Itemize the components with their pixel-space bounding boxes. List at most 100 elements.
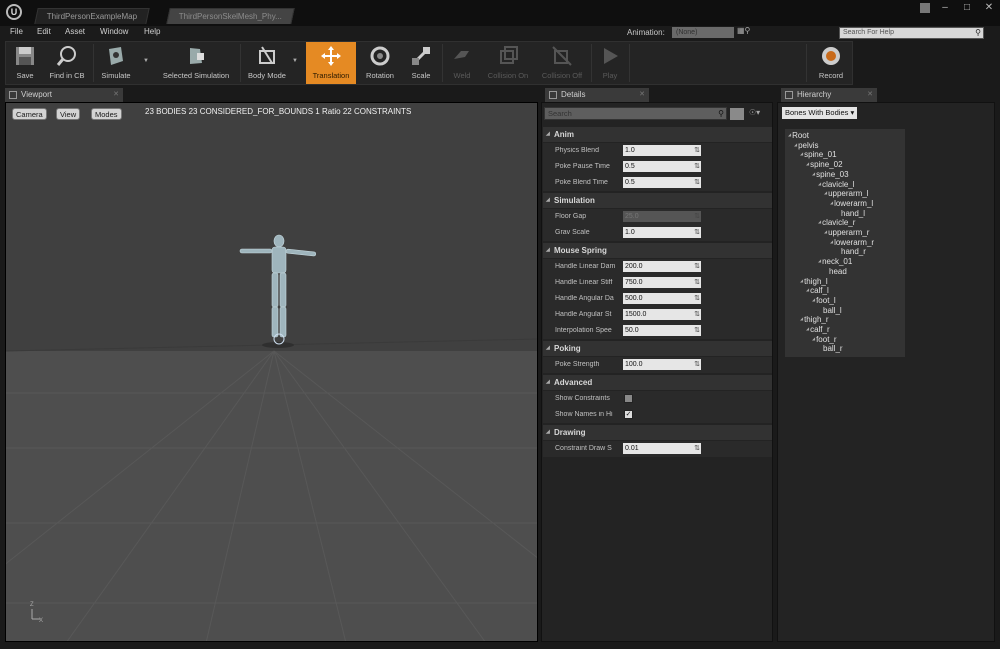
close-icon[interactable]: ✕ [867,88,873,102]
spinner-icon[interactable]: ⇅ [694,277,700,288]
bone-calf-r[interactable]: calf_r [806,325,830,334]
animation-browse-icons[interactable]: ▦⚲ [737,26,750,35]
menu-help[interactable]: Help [144,27,160,36]
collision-on-button[interactable]: Collision On [482,42,534,84]
bone-upperarm-r[interactable]: upperarm_r [824,228,869,237]
bone-spine-03[interactable]: spine_03 [812,170,848,179]
close-button[interactable]: ✕ [982,2,996,14]
property-value-input[interactable]: 50.0 ⇅ [623,325,701,336]
play-button[interactable]: Play [595,42,625,84]
bone-clavicle-r[interactable]: clavicle_r [818,218,855,227]
body-mode-button[interactable]: Body Mode [243,42,291,84]
view-options-icon[interactable]: ☉▾ [749,108,760,117]
bone-ball-l[interactable]: ball_l [823,306,842,315]
help-search-input[interactable]: Search For Help ⚲ [839,27,984,39]
spinner-icon[interactable]: ⇅ [694,309,700,320]
bone-hand-r[interactable]: hand_r [841,247,866,256]
collision-off-button[interactable]: Collision Off [536,42,588,84]
bone-Root[interactable]: Root [788,131,809,140]
property-checkbox[interactable]: ✓ [624,410,633,419]
menu-file[interactable]: File [10,27,23,36]
bone-neck-01[interactable]: neck_01 [818,257,852,266]
spinner-icon[interactable]: ⇅ [694,293,700,304]
property-value-input[interactable]: 0.01 ⇅ [623,443,701,454]
property-row: Handle Angular Da 500.0 ⇅ [543,291,772,307]
weld-button[interactable]: Weld [446,42,478,84]
body-mode-dropdown-icon[interactable]: ▼ [292,58,298,64]
spinner-icon[interactable]: ⇅ [694,145,700,156]
property-value-input[interactable]: 1500.0 ⇅ [623,309,701,320]
menu-edit[interactable]: Edit [37,27,51,36]
category-header[interactable]: Mouse Spring [543,243,772,258]
scale-button[interactable]: Scale [403,42,439,84]
maximize-button[interactable]: □ [960,2,974,14]
tab-physics-asset[interactable]: ThirdPersonSkelMesh_Phy... [166,8,295,24]
spinner-icon[interactable]: ⇅ [694,359,700,370]
bone-calf-l[interactable]: calf_l [806,286,829,295]
menu-window[interactable]: Window [100,27,128,36]
bone-clavicle-l[interactable]: clavicle_l [818,180,854,189]
spinner-icon[interactable]: ⇅ [694,161,700,172]
bone-lowerarm-l[interactable]: lowerarm_l [830,199,873,208]
property-value-input[interactable]: 25.0 ⇅ [623,211,701,222]
property-value-input[interactable]: 1.0 ⇅ [623,145,701,156]
bone-pelvis[interactable]: pelvis [794,141,818,150]
category-header[interactable]: Drawing [543,425,772,440]
tab-third-person-example-map[interactable]: ThirdPersonExampleMap [34,8,150,24]
property-value-input[interactable]: 100.0 ⇅ [623,359,701,370]
property-value-input[interactable]: 0.5 ⇅ [623,177,701,188]
spinner-icon[interactable]: ⇅ [694,443,700,454]
viewport-tab[interactable]: Viewport ✕ [5,88,123,102]
bone-foot-l[interactable]: foot_l [812,296,836,305]
menu-asset[interactable]: Asset [65,27,85,36]
find-in-cb-button[interactable]: Find in CB [43,42,91,84]
property-value-input[interactable]: 500.0 ⇅ [623,293,701,304]
record-button[interactable]: Record [812,42,850,84]
animation-combo[interactable]: (None) [672,27,734,38]
details-tab[interactable]: Details ✕ [545,88,649,102]
bone-ball-r[interactable]: ball_r [823,344,843,353]
spinner-icon[interactable]: ⇅ [694,325,700,336]
spinner-icon[interactable]: ⇅ [694,261,700,272]
bone-filter-dropdown[interactable]: Bones With Bodies ▾ [782,107,858,119]
close-icon[interactable]: ✕ [113,88,119,102]
camera-button[interactable]: Camera [12,108,47,120]
spinner-icon[interactable]: ⇅ [694,227,700,238]
bone-hand-l[interactable]: hand_l [841,209,865,218]
bone-foot-r[interactable]: foot_r [812,335,836,344]
save-button[interactable]: Save [9,42,41,84]
bone-upperarm-l[interactable]: upperarm_l [824,189,868,198]
simulate-button[interactable]: Simulate [96,42,136,84]
minimize-button[interactable]: – [938,2,952,14]
property-value-input[interactable]: 0.5 ⇅ [623,161,701,172]
viewport[interactable]: Camera View Modes 23 BODIES 23 CONSIDERE… [5,102,538,642]
close-icon[interactable]: ✕ [639,88,645,102]
translation-button[interactable]: Translation [306,42,356,84]
category-header[interactable]: Anim [543,127,772,142]
selected-simulation-button[interactable]: Selected Simulation [156,42,236,84]
details-search-input[interactable]: Search ⚲ [544,107,727,120]
property-value-input[interactable]: 750.0 ⇅ [623,277,701,288]
view-button[interactable]: View [56,108,81,120]
category-header[interactable]: Advanced [543,375,772,390]
property-value-input[interactable]: 200.0 ⇅ [623,261,701,272]
property-label: Handle Linear Stiff [555,279,613,286]
category-header[interactable]: Poking [543,341,772,356]
modes-button[interactable]: Modes [91,108,122,120]
spinner-icon[interactable]: ⇅ [694,177,700,188]
bone-head[interactable]: head [829,267,847,276]
category-header[interactable]: Simulation [543,193,772,208]
rotation-button[interactable]: Rotation [359,42,401,84]
bone-thigh-r[interactable]: thigh_r [800,315,828,324]
notification-icon[interactable] [920,3,930,13]
bone-lowerarm-r[interactable]: lowerarm_r [830,238,874,247]
spinner-icon[interactable]: ⇅ [694,211,700,222]
bone-thigh-l[interactable]: thigh_l [800,277,828,286]
bone-spine-01[interactable]: spine_01 [800,150,836,159]
simulate-dropdown-icon[interactable]: ▼ [143,58,149,64]
hierarchy-tab[interactable]: Hierarchy ✕ [781,88,877,102]
bone-spine-02[interactable]: spine_02 [806,160,842,169]
property-matrix-icon[interactable] [730,108,744,120]
property-value-input[interactable]: 1.0 ⇅ [623,227,701,238]
property-checkbox[interactable] [624,394,633,403]
